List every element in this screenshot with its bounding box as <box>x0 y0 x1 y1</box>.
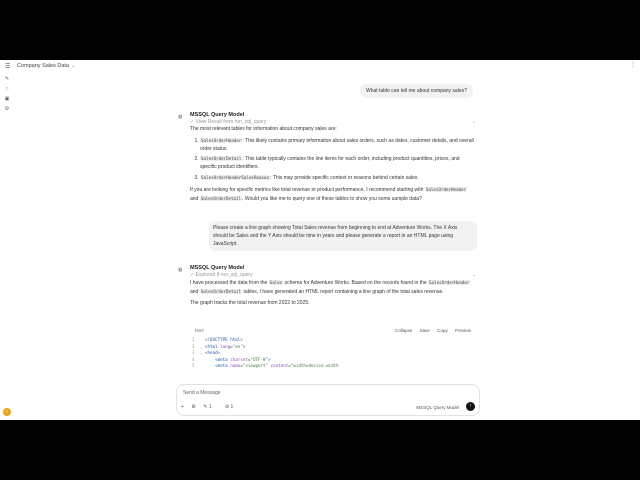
text: I have processed the data from the <box>190 280 268 286</box>
tool-status-text: Explored 8 run_sql_query <box>195 272 253 278</box>
composer-tools: + ⚙ ✎ 1 ⊘ 1 <box>181 404 245 410</box>
model-selector[interactable]: MSSQL Query Model <box>416 405 459 410</box>
tool-status-text: View Result from run_sql_query <box>195 119 267 125</box>
side-rail: ✎ ○ ▣ ⚙ <box>2 74 12 114</box>
notification-badge[interactable]: ! <box>3 408 11 416</box>
search-icon[interactable]: ○ <box>2 84 12 94</box>
more-options-icon[interactable]: ⋮ <box>630 61 636 68</box>
text: schema for Adventure Works. Based on the… <box>284 280 427 286</box>
summary-text: The graph tracks the total revenue from … <box>190 299 310 306</box>
app-window: ☰ Company Sales Data ⌄ ⋮ ✎ ○ ▣ ⚙ What ta… <box>0 60 640 420</box>
inline-code: SalesOrderDetail <box>199 195 243 201</box>
collapse-button[interactable]: Collapse <box>395 328 413 333</box>
text: tables, I have generated an HTML report … <box>243 288 444 295</box>
text: and <box>190 195 199 202</box>
copy-button[interactable]: Copy <box>437 328 448 333</box>
assistant-message: ◍ MSSQL Query Model ✓ View Result from r… <box>178 112 478 216</box>
intro-text: The most relevant tables for information… <box>190 126 337 132</box>
text: If you are looking for specific metrics … <box>190 186 424 193</box>
inline-code: SalesOrderHeader <box>200 137 243 143</box>
report-text: I have processed the data from the Sales… <box>190 279 476 297</box>
list-item: SalesOrderHeaderSalesReason: This may pr… <box>200 174 476 183</box>
folder-icon[interactable]: ▣ <box>2 94 12 104</box>
inline-code: SalesOrderHeader <box>424 186 468 192</box>
code-language: html <box>195 328 204 333</box>
list-item: SalesOrderHeader: This likely contains p… <box>200 137 476 154</box>
inline-code: SalesOrderHeaderSalesReason <box>200 174 271 180</box>
settings-icon[interactable]: ⚙ <box>2 104 12 114</box>
top-bar: ☰ Company Sales Data ⌄ ⋮ <box>0 60 640 74</box>
item-text: : This may provide specific context or r… <box>270 174 419 181</box>
preview-button[interactable]: Preview <box>455 328 471 333</box>
chat-title[interactable]: Company Sales Data <box>17 63 69 69</box>
message-composer: Send a Message + ⚙ ✎ 1 ⊘ 1 MSSQL Query M… <box>176 384 480 416</box>
message-input[interactable]: Send a Message <box>183 390 221 396</box>
text: . Would you like me to query one of thes… <box>242 195 422 202</box>
inline-code: SalesOrderDetail <box>200 156 243 162</box>
save-button[interactable]: Save <box>420 328 430 333</box>
attach-count: 1 <box>230 404 234 410</box>
user-message: What table can tell me about company sal… <box>360 84 473 98</box>
hamburger-icon[interactable]: ☰ <box>5 63 10 70</box>
integrations-icon[interactable]: ⚙ <box>191 404 195 410</box>
table-list: SalesOrderHeader: This likely contains p… <box>190 137 476 183</box>
message-content: I have processed the data from the Sales… <box>190 279 476 310</box>
code-actions: Collapse Save Copy Preview <box>389 327 471 335</box>
outro-text: If you are looking for specific metrics … <box>190 186 476 204</box>
edit-icon[interactable]: ✎ <box>2 74 12 84</box>
code-block: html Collapse Save Copy Preview 1 <!DOCT… <box>190 325 476 375</box>
tool-count: 1 <box>208 404 212 410</box>
send-button[interactable]: ↑ <box>466 402 475 411</box>
chevron-down-icon[interactable]: ⌄ <box>71 63 75 69</box>
inline-code: SalesOrderDetail <box>199 288 243 294</box>
tools-icon[interactable]: ✎ 1 <box>203 404 217 410</box>
code-block-header: html Collapse Save Copy Preview <box>190 325 476 334</box>
inline-code: Sales <box>268 280 284 285</box>
model-avatar-icon: ◍ <box>178 267 183 273</box>
message-content: The most relevant tables for information… <box>190 126 476 206</box>
code-line: 5 <meta name="viewport" content="width=d… <box>192 363 339 369</box>
model-avatar-icon: ◍ <box>178 114 183 120</box>
list-item: SalesOrderDetail: This table typically c… <box>200 155 476 172</box>
assistant-message: ◍ MSSQL Query Model ✓ Explored 8 run_sql… <box>178 265 478 377</box>
plus-icon[interactable]: + <box>181 404 184 410</box>
text: and <box>190 288 199 295</box>
knowledge-icon[interactable]: ⊘ 1 <box>225 404 239 410</box>
user-message: Please create a line graph showing Total… <box>209 221 477 251</box>
inline-code: SalesOrderHeader <box>428 280 471 285</box>
item-text: : This likely contains primary informati… <box>200 137 474 152</box>
